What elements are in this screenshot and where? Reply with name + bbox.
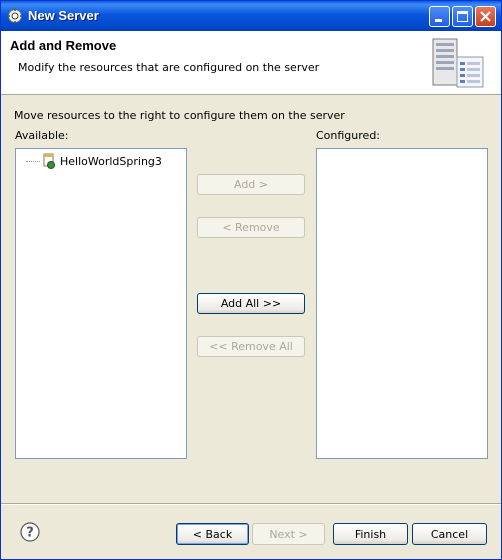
minimize-button[interactable] [429, 6, 450, 27]
wizard-header: Add and Remove Modify the resources that… [1, 31, 501, 95]
maximize-icon [457, 11, 468, 22]
configured-list[interactable] [316, 148, 488, 459]
minimize-icon [435, 19, 442, 22]
help-icon[interactable]: ? [20, 522, 40, 542]
back-button[interactable]: < Back [176, 523, 249, 545]
available-item-label: HelloWorldSpring3 [60, 154, 162, 168]
available-list[interactable]: HelloWorldSpring3 [15, 148, 187, 459]
web-project-icon [43, 153, 55, 169]
remove-all-button[interactable]: << Remove All [197, 336, 305, 357]
next-button[interactable]: Next > [252, 523, 325, 545]
title-bar[interactable]: New Server [1, 1, 501, 31]
list-item[interactable]: HelloWorldSpring3 [26, 153, 162, 169]
close-icon [480, 11, 491, 22]
page-title: Add and Remove [10, 38, 117, 53]
new-server-dialog: New Server Add and Remove Modify the res… [0, 0, 502, 560]
server-illustration-icon [432, 38, 484, 88]
available-label: Available: [15, 129, 69, 142]
remove-button[interactable]: < Remove [197, 217, 305, 238]
instruction-text: Move resources to the right to configure… [14, 109, 345, 122]
window-title: New Server [28, 8, 99, 23]
configured-label: Configured: [316, 129, 381, 142]
add-button[interactable]: Add > [197, 174, 305, 195]
page-description: Modify the resources that are configured… [18, 61, 320, 74]
add-all-button[interactable]: Add All >> [197, 293, 305, 314]
maximize-button[interactable] [452, 6, 473, 27]
close-button[interactable] [475, 6, 496, 27]
eclipse-gear-icon [7, 8, 23, 24]
tree-connector [26, 160, 40, 162]
finish-button[interactable]: Finish [333, 523, 408, 545]
help-glyph: ? [26, 526, 34, 541]
cancel-button[interactable]: Cancel [412, 523, 487, 545]
footer-separator [1, 503, 501, 505]
